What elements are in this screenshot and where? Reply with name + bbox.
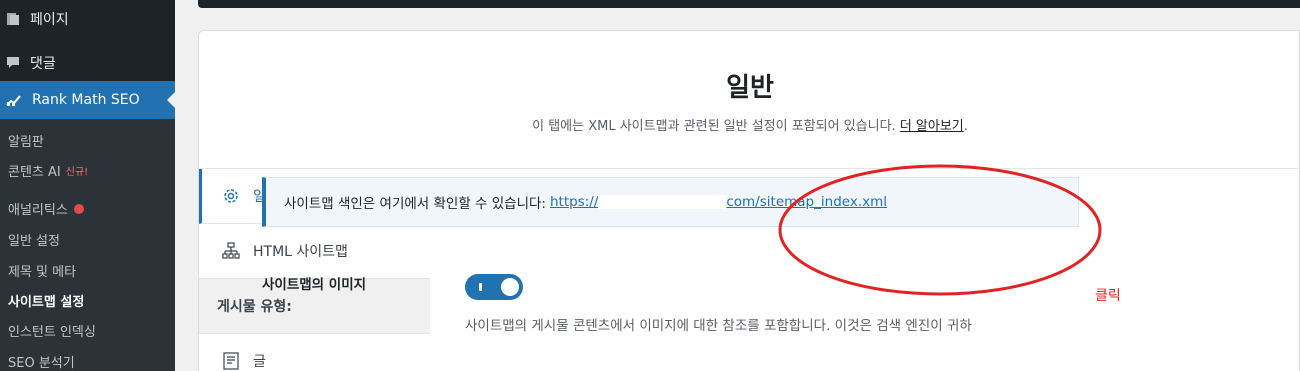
menu-pages[interactable]: 페이지	[0, 1, 175, 37]
document-icon	[221, 351, 241, 371]
images-in-sitemap-description: 사이트맵의 게시물 콘텐츠에서 이미지에 대한 참조를 포함합니다. 이것은 검…	[465, 318, 972, 334]
menu-comments-label: 댓글	[30, 56, 56, 72]
submenu-item-content-ai[interactable]: 콘텐츠 AI 신규!	[8, 161, 88, 180]
images-in-sitemap-label: 사이트맵의 이미지	[262, 277, 367, 293]
link-prefix: https://	[549, 194, 599, 210]
description-period: .	[963, 119, 968, 134]
current-menu-arrow	[167, 92, 175, 108]
pages-icon	[7, 13, 19, 25]
submenu-label: 콘텐츠 AI	[8, 165, 61, 180]
annotation-circle	[778, 164, 1102, 296]
tab-label: 글	[253, 354, 266, 370]
menu-pages-label: 페이지	[30, 12, 69, 28]
submenu-label: 사이트맵 설정	[8, 295, 85, 310]
admin-sidebar: 페이지 댓글 Rank Math SEO 알림판 콘텐츠 AI 신규! 애널리틱스…	[0, 0, 175, 371]
submenu-item-general-settings[interactable]: 일반 설정	[8, 230, 60, 249]
submenu-label: 일반 설정	[8, 234, 60, 249]
notice-text: 사이트맵 색인은 여기에서 확인할 수 있습니다:	[284, 196, 546, 212]
toggle-knob	[501, 278, 519, 296]
learn-more-link[interactable]: 더 알아보기	[900, 119, 964, 134]
submenu-label: 제목 및 메타	[8, 265, 77, 280]
menu-rank-math-label: Rank Math SEO	[32, 92, 140, 108]
tab-posts[interactable]: 글	[199, 334, 430, 371]
rank-math-logo-icon	[6, 95, 21, 106]
images-in-sitemap-toggle[interactable]	[465, 274, 523, 300]
gear-icon	[221, 186, 241, 206]
submenu-label: 인스턴트 인덱싱	[8, 325, 96, 340]
tab-label: HTML 사이트맵	[253, 244, 348, 260]
section-label: 게시물 유형:	[217, 299, 292, 315]
top-dark-bar	[198, 0, 1300, 8]
submenu-item-analytics[interactable]: 애널리틱스	[8, 199, 84, 218]
page-title: 일반	[726, 73, 774, 103]
page-description: 이 탭에는 XML 사이트맵과 관련된 일반 설정이 포함되어 있습니다. 더 …	[199, 115, 1300, 134]
annotation-click-label: 클릭	[1095, 288, 1121, 304]
tab-html-sitemap[interactable]: HTML 사이트맵	[199, 224, 430, 279]
submenu-label: 애널리틱스	[8, 203, 68, 218]
rank-math-submenu: 알림판 콘텐츠 AI 신규! 애널리틱스 일반 설정 제목 및 메타 사이트맵 설…	[0, 119, 175, 371]
toggle-on-indicator	[479, 283, 482, 291]
submenu-item-titles-meta[interactable]: 제목 및 메타	[8, 261, 76, 280]
new-badge: 신규!	[65, 167, 89, 178]
settings-header: 일반 이 탭에는 XML 사이트맵과 관련된 일반 설정이 포함되어 있습니다.…	[199, 31, 1300, 169]
redacted-domain	[598, 195, 727, 209]
submenu-label: 알림판	[8, 135, 44, 150]
description-text: 이 탭에는 XML 사이트맵과 관련된 일반 설정이 포함되어 있습니다.	[532, 119, 896, 134]
comment-icon	[7, 57, 19, 68]
menu-rank-math-seo[interactable]: Rank Math SEO	[0, 81, 175, 119]
notification-dot-icon	[73, 203, 84, 214]
submenu-item-seo-analyzer[interactable]: SEO 분석기	[8, 352, 75, 371]
submenu-item-sitemap-settings[interactable]: 사이트맵 설정	[8, 291, 84, 310]
submenu-item-dashboard[interactable]: 알림판	[8, 131, 44, 150]
submenu-item-instant-indexing[interactable]: 인스턴트 인덱싱	[8, 321, 96, 340]
menu-comments[interactable]: 댓글	[0, 45, 175, 81]
submenu-label: SEO 분석기	[8, 356, 75, 371]
sitemap-tree-icon	[221, 241, 241, 261]
